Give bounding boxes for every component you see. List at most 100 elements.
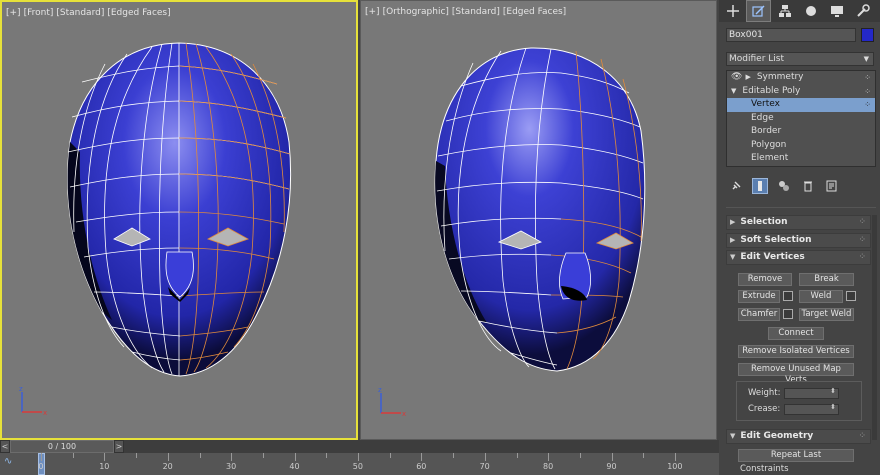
crease-label: Crease: bbox=[748, 404, 781, 414]
drag-handle-icon[interactable]: ⁘ bbox=[858, 251, 866, 264]
divider bbox=[726, 207, 876, 208]
time-slider-thumb[interactable]: 0 / 100 bbox=[10, 440, 114, 453]
object-name-field[interactable]: Box001 bbox=[726, 28, 856, 42]
viewport-front[interactable]: [+] [Front] [Standard] [Edged Faces] z x bbox=[0, 0, 358, 440]
make-unique-icon[interactable] bbox=[776, 178, 792, 194]
weight-spinner[interactable]: ⬍ bbox=[784, 387, 839, 399]
remove-isolated-vertices-button[interactable]: Remove Isolated Vertices bbox=[738, 345, 854, 358]
timeline-tick-label: 60 bbox=[416, 462, 427, 471]
utilities-icon[interactable] bbox=[850, 0, 875, 22]
weight-label: Weight: bbox=[748, 388, 781, 398]
stack-item-label: Vertex bbox=[751, 99, 780, 109]
time-slider-next-button[interactable]: > bbox=[114, 440, 124, 453]
object-color-swatch[interactable] bbox=[861, 28, 874, 42]
eye-icon[interactable]: 👁 bbox=[731, 72, 742, 82]
extrude-settings-icon[interactable] bbox=[783, 291, 793, 301]
rollout-edit-vertices[interactable]: ▼ Edit Vertices ⁘ bbox=[726, 250, 871, 265]
create-icon[interactable] bbox=[720, 0, 745, 22]
collapse-arrow-icon: ▼ bbox=[730, 432, 736, 440]
rollout-title: Soft Selection bbox=[740, 235, 812, 245]
curve-editor-icon[interactable]: ∿ bbox=[4, 456, 12, 467]
rollout-title: Selection bbox=[740, 217, 788, 227]
spinner-arrows-icon[interactable]: ⬍ bbox=[830, 403, 836, 411]
timeline-tick bbox=[104, 453, 106, 461]
stack-item-edge[interactable]: Edge bbox=[727, 112, 875, 126]
drag-handle-icon[interactable]: ⁘ bbox=[858, 234, 866, 247]
modify-icon[interactable] bbox=[746, 0, 771, 22]
timeline-tick bbox=[548, 453, 550, 461]
stack-item-label: Editable Poly bbox=[742, 85, 801, 96]
constraints-label: Constraints bbox=[740, 464, 789, 474]
head-mesh-orthographic[interactable] bbox=[361, 1, 716, 439]
head-mesh-front[interactable] bbox=[2, 2, 356, 438]
stack-item-element[interactable]: Element bbox=[727, 152, 875, 166]
timeline-tick bbox=[484, 453, 486, 461]
timeline-tick bbox=[231, 453, 233, 461]
timeline-tick bbox=[421, 453, 423, 461]
rollout-title: Edit Vertices bbox=[740, 252, 805, 262]
weld-button[interactable]: Weld bbox=[799, 290, 843, 303]
weld-settings-icon[interactable] bbox=[846, 291, 856, 301]
stack-item-symmetry[interactable]: 👁 ▶ Symmetry ⁘ bbox=[727, 71, 875, 85]
stack-item-label: Border bbox=[751, 126, 782, 136]
viewport-orthographic[interactable]: [+] [Orthographic] [Standard] [Edged Faces] bbox=[360, 0, 717, 440]
modifier-list-dropdown[interactable]: Modifier List ▼ bbox=[726, 52, 874, 66]
stack-item-editable-poly[interactable]: ▼ Editable Poly ⁘ bbox=[727, 85, 875, 99]
motion-icon[interactable] bbox=[798, 0, 823, 22]
stack-item-border[interactable]: Border bbox=[727, 125, 875, 139]
remove-button[interactable]: Remove bbox=[738, 273, 792, 286]
drag-handle-icon[interactable]: ⁘ bbox=[858, 430, 866, 443]
spinner-arrows-icon[interactable]: ⬍ bbox=[830, 387, 836, 395]
extrude-button[interactable]: Extrude bbox=[738, 290, 780, 303]
timeline-tick bbox=[262, 453, 264, 458]
show-end-result-icon[interactable] bbox=[752, 178, 768, 194]
rollout-selection[interactable]: ▶ Selection ⁘ bbox=[726, 215, 871, 230]
target-weld-button[interactable]: Target Weld bbox=[799, 308, 854, 321]
timeline-tick bbox=[199, 453, 201, 458]
command-panel-tabs bbox=[719, 0, 880, 22]
time-slider[interactable]: < 0 / 100 > bbox=[0, 440, 719, 453]
hierarchy-icon[interactable] bbox=[772, 0, 797, 22]
collapse-arrow-icon[interactable]: ▼ bbox=[731, 87, 736, 95]
timeline-tick bbox=[167, 453, 169, 461]
track-bar[interactable]: ∿ 0 10 20 30 40 50 60 70 80 90 100 bbox=[0, 453, 719, 475]
stack-item-polygon[interactable]: Polygon bbox=[727, 139, 875, 153]
configure-modifier-sets-icon[interactable] bbox=[824, 178, 840, 194]
rollout-soft-selection[interactable]: ▶ Soft Selection ⁘ bbox=[726, 233, 871, 248]
timeline-tick-label: 10 bbox=[99, 462, 110, 471]
remove-unused-map-verts-button[interactable]: Remove Unused Map Verts bbox=[738, 363, 854, 385]
command-panel-scrollbar[interactable] bbox=[872, 215, 877, 440]
repeat-last-button[interactable]: Repeat Last bbox=[738, 449, 854, 462]
pin-stack-icon[interactable] bbox=[728, 178, 744, 194]
pin-icon: ⁘ bbox=[864, 73, 871, 82]
chamfer-settings-icon[interactable] bbox=[783, 309, 793, 319]
timeline-tick bbox=[611, 453, 613, 461]
timeline-tick bbox=[358, 453, 359, 461]
display-icon[interactable] bbox=[824, 0, 849, 22]
timeline-tick bbox=[453, 453, 455, 458]
rollout-edit-geometry[interactable]: ▼ Edit Geometry ⁘ bbox=[726, 429, 871, 444]
connect-button[interactable]: Connect bbox=[768, 327, 824, 340]
weight-crease-group bbox=[736, 381, 862, 421]
axis-tripod-icon: z x bbox=[378, 386, 406, 418]
timeline-tick-label: 80 bbox=[543, 462, 554, 471]
chamfer-button[interactable]: Chamfer bbox=[738, 308, 780, 321]
break-button[interactable]: Break bbox=[799, 273, 854, 286]
timeline-tick-label: 90 bbox=[606, 462, 617, 471]
crease-spinner[interactable]: ⬍ bbox=[784, 403, 839, 415]
stack-item-label: Element bbox=[751, 153, 789, 163]
expand-arrow-icon: ▶ bbox=[730, 218, 736, 226]
timeline-tick-label: 70 bbox=[479, 462, 490, 471]
timeline-tick bbox=[579, 453, 581, 458]
axis-tripod-icon: z x bbox=[19, 385, 47, 417]
remove-modifier-icon[interactable] bbox=[800, 178, 816, 194]
svg-text:z: z bbox=[19, 385, 23, 393]
expand-arrow-icon: ▶ bbox=[730, 236, 736, 244]
stack-item-vertex[interactable]: Vertex ⁘ bbox=[727, 98, 875, 112]
timeline-tick bbox=[389, 453, 391, 458]
drag-handle-icon[interactable]: ⁘ bbox=[858, 216, 866, 229]
expand-arrow-icon[interactable]: ▶ bbox=[745, 73, 750, 81]
command-panel: Box001 Modifier List ▼ 👁 ▶ Symmetry ⁘ ▼ Edi… bbox=[719, 0, 880, 475]
chevron-down-icon: ▼ bbox=[863, 55, 869, 63]
time-slider-prev-button[interactable]: < bbox=[0, 440, 10, 453]
